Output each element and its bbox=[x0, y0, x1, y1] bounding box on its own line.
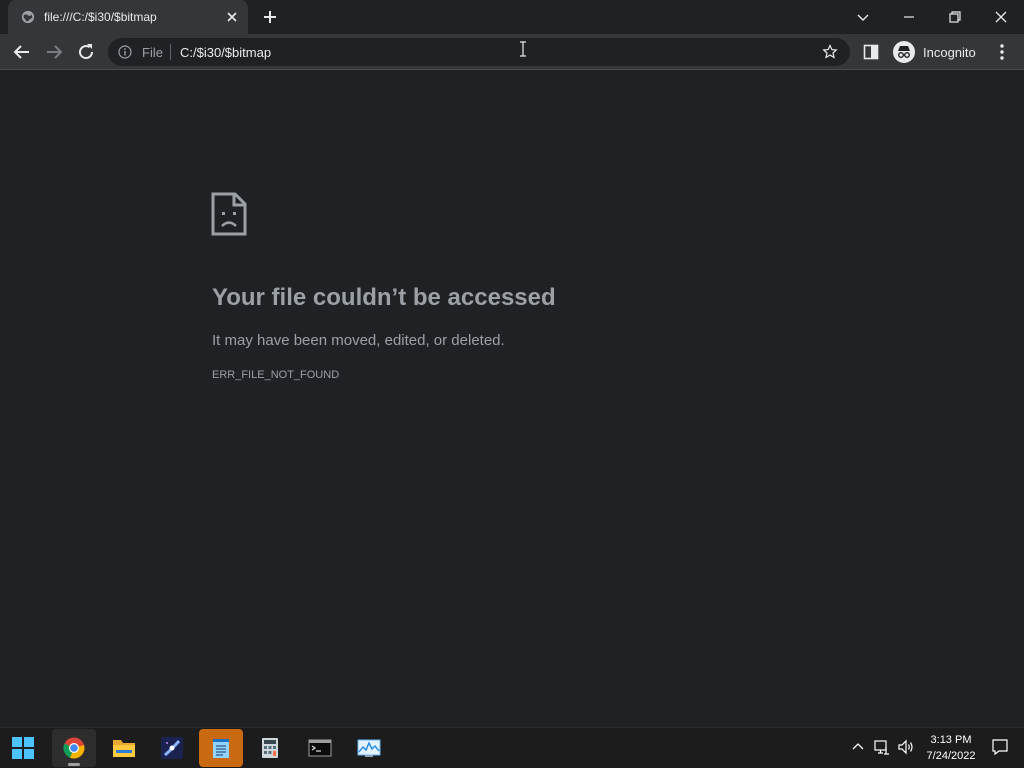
incognito-indicator[interactable]: Incognito bbox=[890, 39, 980, 65]
terminal-icon bbox=[308, 739, 332, 757]
kebab-menu-icon[interactable] bbox=[994, 42, 1010, 62]
notification-icon[interactable] bbox=[991, 738, 1009, 756]
clock-date: 7/24/2022 bbox=[926, 750, 976, 762]
side-panel-icon[interactable] bbox=[862, 43, 880, 61]
incognito-label: Incognito bbox=[923, 45, 976, 60]
show-hidden-icons-chevron-icon[interactable] bbox=[849, 738, 867, 756]
browser-toolbar: File C:/$i30/$bitmap Incognito bbox=[0, 34, 1024, 70]
taskbar-notepad[interactable] bbox=[199, 729, 243, 767]
omnibox-divider bbox=[170, 44, 171, 60]
restore-icon[interactable] bbox=[943, 5, 967, 29]
close-window-icon[interactable] bbox=[989, 5, 1013, 29]
network-icon[interactable] bbox=[873, 738, 891, 756]
running-indicator bbox=[68, 763, 80, 766]
monitor-icon bbox=[357, 739, 381, 757]
folder-icon bbox=[113, 740, 135, 757]
error-code: ERR_FILE_NOT_FOUND bbox=[212, 369, 340, 381]
bookmark-star-icon[interactable] bbox=[822, 44, 838, 60]
chrome-icon bbox=[63, 737, 85, 759]
error-page: Your file couldn’t be accessed It may ha… bbox=[0, 71, 1024, 727]
taskbar: 3:13 PM 7/24/2022 bbox=[0, 727, 1024, 768]
close-tab-icon[interactable] bbox=[224, 9, 240, 25]
error-heading: Your file couldn’t be accessed bbox=[212, 284, 556, 311]
calculator-icon bbox=[262, 738, 278, 758]
url-scheme-label: File bbox=[142, 45, 163, 60]
clock-time: 3:13 PM bbox=[930, 734, 972, 746]
notepad-icon bbox=[213, 739, 229, 758]
forward-arrow-icon[interactable] bbox=[42, 40, 66, 64]
tab-title: file:///C:/$i30/$bitmap bbox=[44, 10, 157, 24]
taskbar-calculator[interactable] bbox=[248, 729, 292, 767]
taskbar-media[interactable] bbox=[150, 729, 194, 767]
tab-active[interactable]: file:///C:/$i30/$bitmap bbox=[8, 0, 248, 34]
address-bar[interactable]: File C:/$i30/$bitmap bbox=[108, 38, 850, 66]
taskbar-file-explorer[interactable] bbox=[101, 729, 145, 767]
new-tab-icon[interactable] bbox=[260, 7, 280, 27]
minimize-icon[interactable] bbox=[897, 5, 921, 29]
error-description: It may have been moved, edited, or delet… bbox=[212, 332, 505, 349]
globe-icon bbox=[21, 10, 35, 24]
text-cursor-icon bbox=[520, 41, 526, 57]
start-button[interactable] bbox=[1, 729, 45, 767]
incognito-icon bbox=[893, 41, 915, 63]
url-text[interactable]: C:/$i30/$bitmap bbox=[180, 45, 271, 60]
taskbar-clock[interactable]: 3:13 PM 7/24/2022 bbox=[920, 732, 982, 764]
volume-icon[interactable] bbox=[897, 738, 915, 756]
info-icon[interactable] bbox=[118, 45, 132, 59]
windows-start-icon bbox=[12, 737, 34, 759]
tab-search-chevron-icon[interactable] bbox=[851, 5, 875, 29]
galaxy-icon bbox=[161, 737, 183, 759]
reload-icon[interactable] bbox=[74, 40, 98, 64]
taskbar-resource-monitor[interactable] bbox=[346, 729, 390, 767]
back-arrow-icon[interactable] bbox=[10, 40, 34, 64]
taskbar-chrome[interactable] bbox=[52, 729, 96, 767]
taskbar-terminal[interactable] bbox=[297, 729, 341, 767]
sad-file-icon bbox=[211, 192, 247, 236]
tab-strip: file:///C:/$i30/$bitmap bbox=[0, 0, 1024, 34]
